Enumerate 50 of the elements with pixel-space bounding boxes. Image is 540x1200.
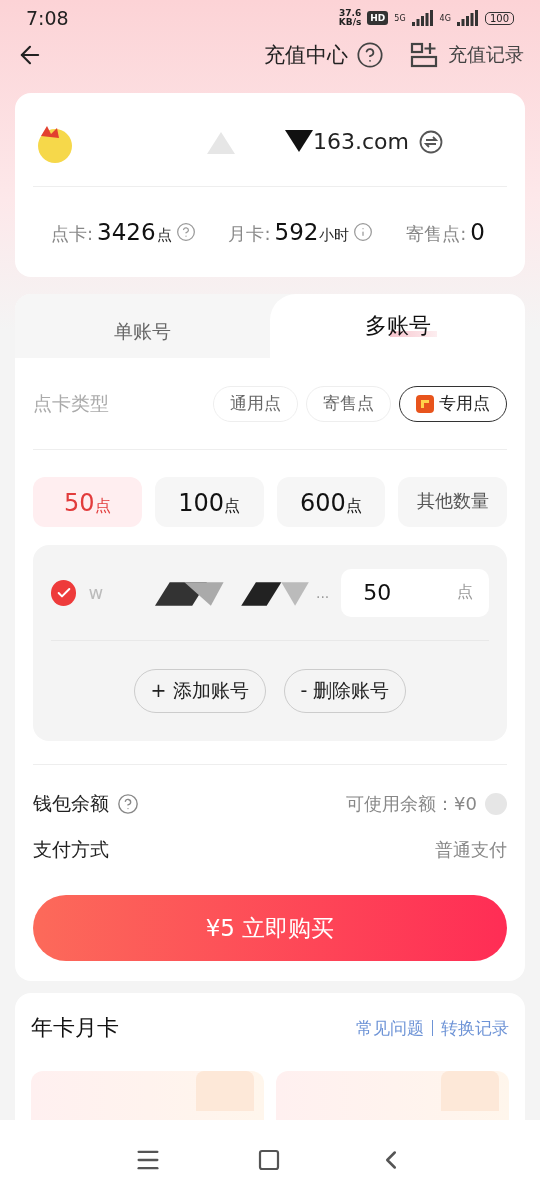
balance-label: 寄售点:: [406, 221, 467, 246]
wallet-toggle[interactable]: [485, 793, 507, 816]
page-title: 充值中心: [264, 42, 348, 70]
balance-label: 月卡:: [228, 221, 271, 246]
balance-unit: 小时: [319, 225, 350, 245]
signal-icon: [456, 10, 479, 27]
network-type: 4G: [439, 13, 451, 23]
signal-icon: [411, 10, 434, 27]
available-balance: 可使用余额：¥0: [346, 792, 477, 817]
amount-option[interactable]: 其他数量: [398, 477, 507, 528]
amount-option[interactable]: 100点: [154, 477, 264, 528]
promo-tile[interactable]: [31, 1071, 264, 1120]
balance-value: 0: [470, 218, 485, 245]
app-icon: [416, 394, 434, 413]
balance-unit: 点: [156, 225, 172, 245]
home-icon[interactable]: [257, 1148, 281, 1172]
balance-value: 3426: [97, 218, 156, 245]
network-speed-unit: KB/s: [338, 18, 362, 28]
section-title: 年卡月卡: [31, 1014, 119, 1043]
balance-value: 592: [274, 218, 319, 245]
help-icon[interactable]: [356, 41, 384, 70]
card-type-option[interactable]: 专用点: [399, 385, 507, 422]
amount-option[interactable]: 600点: [276, 477, 386, 528]
account-mode-tab[interactable]: 多账号: [270, 294, 525, 359]
amount-field[interactable]: 50 点: [341, 568, 489, 617]
status-time: 7:08: [26, 7, 69, 30]
card-type-label: 点卡类型: [33, 390, 109, 416]
recharge-history-link[interactable]: 充值记录: [448, 42, 524, 69]
payment-label: 支付方式: [33, 837, 109, 863]
add-account-icon[interactable]: [410, 41, 438, 70]
help-icon[interactable]: [117, 793, 139, 816]
battery-icon: 100: [484, 11, 514, 25]
info-icon[interactable]: [353, 222, 374, 243]
promo-icon: [441, 1071, 499, 1112]
card-type-option[interactable]: 寄售点: [306, 385, 391, 422]
account-email: 163.com: [313, 129, 409, 155]
switch-account-icon[interactable]: [419, 129, 443, 154]
account-checkbox[interactable]: [51, 579, 77, 606]
amount-option[interactable]: 50点: [33, 477, 142, 528]
network-type: 5G: [394, 13, 406, 23]
card-type-option[interactable]: 通用点: [213, 385, 298, 422]
balance-label: 点卡:: [51, 221, 94, 246]
promo-icon: [196, 1071, 254, 1112]
promo-tile[interactable]: [276, 1071, 509, 1120]
network-speed: 37.6: [338, 9, 362, 19]
hd-badge: HD: [367, 11, 389, 26]
wallet-label: 钱包余额: [33, 791, 109, 817]
account-name: w: [88, 582, 104, 604]
payment-method[interactable]: 普通支付: [435, 838, 507, 863]
account-ellipsis: ...: [315, 584, 330, 601]
